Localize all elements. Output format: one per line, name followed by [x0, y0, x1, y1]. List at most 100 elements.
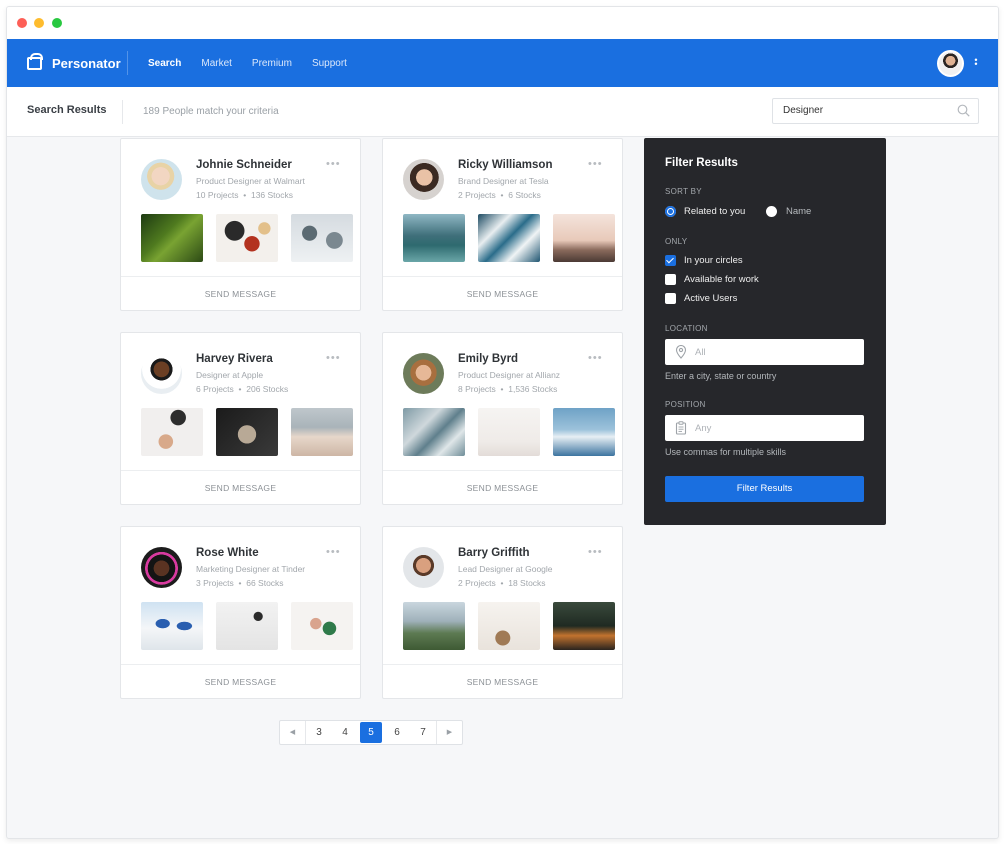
search-input[interactable]: [783, 105, 943, 116]
nav-item-support[interactable]: Support: [312, 58, 347, 69]
close-window-icon[interactable]: [17, 18, 27, 28]
page-button[interactable]: 4: [332, 721, 358, 744]
position-input[interactable]: Any: [665, 415, 864, 441]
portfolio-image[interactable]: [478, 408, 540, 456]
portfolio-image[interactable]: [478, 602, 540, 650]
portfolio-image[interactable]: [553, 214, 615, 262]
portfolio-image[interactable]: [553, 602, 615, 650]
active-users-checkbox[interactable]: [665, 293, 676, 304]
available-for-work-checkbox[interactable]: [665, 274, 676, 285]
person-role: Brand Designer at Tesla: [458, 176, 549, 186]
portfolio-image[interactable]: [291, 214, 353, 262]
maximize-window-icon[interactable]: [52, 18, 62, 28]
send-message-button[interactable]: SEND MESSAGE: [383, 470, 622, 505]
more-options-icon[interactable]: •••: [326, 158, 341, 170]
top-navbar: Personator Search Market Premium Support…: [7, 39, 998, 87]
person-name[interactable]: Emily Byrd: [458, 353, 518, 365]
stock-count: 18 Stocks: [508, 578, 546, 588]
page-button[interactable]: 3: [306, 721, 332, 744]
person-role: Marketing Designer at Tinder: [196, 564, 306, 574]
person-avatar[interactable]: [141, 547, 182, 588]
person-avatar[interactable]: [403, 547, 444, 588]
portfolio-image[interactable]: [478, 214, 540, 262]
portfolio-image[interactable]: [216, 602, 278, 650]
send-message-button[interactable]: SEND MESSAGE: [383, 664, 622, 699]
portfolio-image[interactable]: [216, 214, 278, 262]
stock-count: 66 Stocks: [246, 578, 284, 588]
location-placeholder: All: [695, 347, 706, 358]
person-name[interactable]: Rose White: [196, 547, 259, 559]
nav-item-premium[interactable]: Premium: [252, 58, 292, 69]
person-name[interactable]: Johnie Schneider: [196, 159, 292, 171]
more-vertical-icon[interactable]: • •: [973, 56, 979, 70]
results-subheader: Search Results 189 People match your cri…: [7, 87, 998, 137]
page-button-current[interactable]: 5: [360, 722, 382, 743]
more-options-icon[interactable]: •••: [588, 158, 603, 170]
search-icon[interactable]: [957, 104, 970, 117]
location-label: LOCATION: [665, 324, 708, 333]
in-your-circles-label[interactable]: In your circles: [684, 255, 743, 266]
sort-name-label[interactable]: Name: [786, 206, 811, 217]
person-name[interactable]: Harvey Rivera: [196, 353, 273, 365]
briefcase-logo-icon: [27, 52, 43, 70]
more-options-icon[interactable]: •••: [326, 352, 341, 364]
portfolio-thumbnails: [403, 408, 615, 456]
location-input[interactable]: All: [665, 339, 864, 365]
portfolio-image[interactable]: [553, 408, 615, 456]
send-message-button[interactable]: SEND MESSAGE: [121, 470, 360, 505]
portfolio-image[interactable]: [216, 408, 278, 456]
portfolio-thumbnails: [141, 214, 353, 262]
previous-page-icon[interactable]: ◀: [280, 721, 306, 744]
available-for-work-label[interactable]: Available for work: [684, 274, 759, 285]
page-button[interactable]: 7: [410, 721, 436, 744]
person-card: Emily Byrd Product Designer at Allianz 8…: [382, 332, 623, 505]
more-options-icon[interactable]: •••: [588, 546, 603, 558]
person-avatar[interactable]: [141, 159, 182, 200]
person-name[interactable]: Barry Griffith: [458, 547, 530, 559]
search-box[interactable]: [772, 98, 979, 124]
person-stats: 10 Projects • 136 Stocks: [196, 190, 294, 200]
page-button[interactable]: 6: [384, 721, 410, 744]
portfolio-image[interactable]: [141, 214, 203, 262]
portfolio-image[interactable]: [141, 602, 203, 650]
send-message-button[interactable]: SEND MESSAGE: [121, 276, 360, 311]
sort-name-radio[interactable]: [766, 206, 777, 217]
sort-related-label[interactable]: Related to you: [684, 206, 745, 217]
person-stats: 3 Projects • 66 Stocks: [196, 578, 284, 588]
page-title: Search Results: [27, 104, 107, 116]
position-hint: Use commas for multiple skills: [665, 447, 787, 457]
in-your-circles-checkbox[interactable]: [665, 255, 676, 266]
more-options-icon[interactable]: •••: [326, 546, 341, 558]
portfolio-image[interactable]: [291, 602, 353, 650]
more-options-icon[interactable]: •••: [588, 352, 603, 364]
send-message-button[interactable]: SEND MESSAGE: [383, 276, 622, 311]
brand[interactable]: Personator: [27, 39, 121, 87]
filter-results-button[interactable]: Filter Results: [665, 476, 864, 502]
portfolio-image[interactable]: [403, 408, 465, 456]
portfolio-image[interactable]: [403, 602, 465, 650]
person-stats: 8 Projects • 1,536 Stocks: [458, 384, 558, 394]
nav-item-market[interactable]: Market: [201, 58, 232, 69]
person-avatar[interactable]: [141, 353, 182, 394]
minimize-window-icon[interactable]: [34, 18, 44, 28]
next-page-icon[interactable]: ▶: [436, 721, 462, 744]
portfolio-thumbnails: [403, 214, 615, 262]
person-card: Rose White Marketing Designer at Tinder …: [120, 526, 361, 699]
subheader-divider: [122, 100, 123, 124]
nav-links: Search Market Premium Support: [148, 39, 367, 87]
user-avatar[interactable]: [937, 50, 964, 77]
stock-count: 206 Stocks: [246, 384, 289, 394]
portfolio-image[interactable]: [291, 408, 353, 456]
portfolio-image[interactable]: [141, 408, 203, 456]
person-role: Product Designer at Allianz: [458, 370, 561, 380]
nav-item-search[interactable]: Search: [148, 58, 181, 69]
person-avatar[interactable]: [403, 159, 444, 200]
sort-by-label: SORT BY: [665, 187, 702, 196]
person-name[interactable]: Ricky Williamson: [458, 159, 552, 171]
sort-related-radio[interactable]: [665, 206, 676, 217]
person-avatar[interactable]: [403, 353, 444, 394]
portfolio-image[interactable]: [403, 214, 465, 262]
filter-title: Filter Results: [665, 157, 738, 169]
send-message-button[interactable]: SEND MESSAGE: [121, 664, 360, 699]
active-users-label[interactable]: Active Users: [684, 293, 737, 304]
